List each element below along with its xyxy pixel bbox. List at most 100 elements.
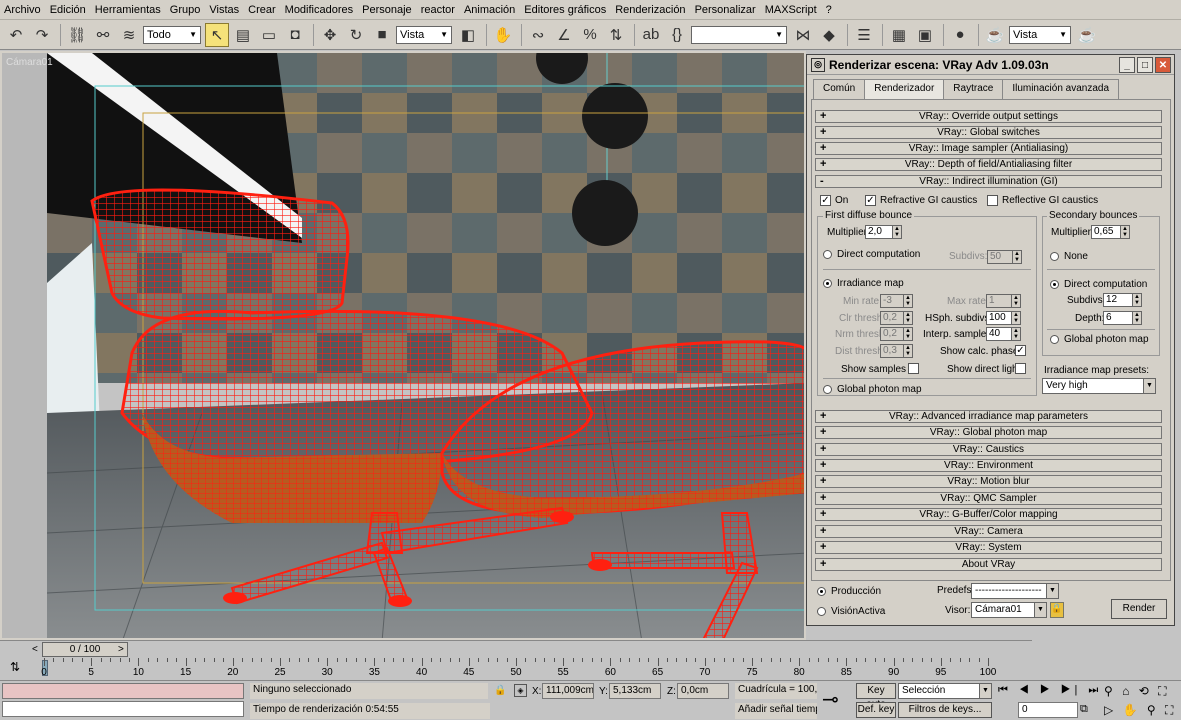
add-time-tag[interactable]: Añadir señal tiempo <box>735 703 817 719</box>
menu-item-4[interactable]: Vistas <box>209 4 239 16</box>
time-slider[interactable]: 0 / 100 < > <box>0 640 1032 658</box>
nrm-thresh-value[interactable]: 0,2 <box>880 327 904 341</box>
menu-item-0[interactable]: Archivo <box>4 4 41 16</box>
direct-computation-radio[interactable] <box>823 250 832 259</box>
sec-direct-computation-radio[interactable] <box>1050 280 1059 289</box>
min-rate-spinner[interactable]: -3 ▲ ▼ <box>880 294 913 308</box>
second-multiplier-value[interactable]: 0,65 <box>1091 225 1121 239</box>
ref-coord-dropdown[interactable]: Vista ▼ <box>396 25 452 44</box>
gi-on-checkbox[interactable]: ✓ <box>820 195 831 206</box>
bind-space-warp-icon[interactable]: ≋ <box>117 23 141 47</box>
menu-item-13[interactable]: MAXScript <box>765 4 817 16</box>
prev-frame-icon[interactable]: < <box>32 644 38 655</box>
depth-spinner[interactable]: 6 ▲ ▼ <box>1103 311 1142 325</box>
viewport-nav-controls-2[interactable]: ▷ ✋ ⚲ ⛶ <box>1104 703 1176 718</box>
percent-snap-icon[interactable]: % <box>578 23 602 47</box>
subdivs-spinner[interactable]: 50 ▲ ▼ <box>987 250 1022 264</box>
rollout-override-output[interactable]: + VRay:: Override output settings <box>815 110 1162 123</box>
angle-snap-icon[interactable]: ∠ <box>552 23 576 47</box>
vision-activa-radio[interactable] <box>817 607 826 616</box>
hsph-spinner[interactable]: 100 ▲ ▼ <box>986 311 1021 325</box>
current-frame-field[interactable]: 0 <box>1018 702 1078 718</box>
first-multiplier-value[interactable]: 2,0 <box>865 225 893 239</box>
time-slider-thumb[interactable]: 0 / 100 <box>42 642 128 657</box>
tab-raytrace[interactable]: Raytrace <box>943 79 1004 99</box>
scale-icon[interactable]: ■ <box>370 23 394 47</box>
lock-selection-icon[interactable]: 🔒 <box>494 685 506 696</box>
quick-render-icon[interactable]: ☕ <box>1075 23 1099 47</box>
hsph-value[interactable]: 100 <box>986 311 1012 325</box>
refractive-caustics-checkbox[interactable]: ✓ <box>865 195 876 206</box>
rollout-gbuffer[interactable]: + VRay:: G-Buffer/Color mapping <box>815 508 1162 521</box>
align-icon[interactable]: ◆ <box>817 23 841 47</box>
window-crossing-icon[interactable]: ◘ <box>283 23 307 47</box>
tab-comun[interactable]: Común <box>813 79 866 99</box>
visor-dropdown[interactable]: Cámara01 ▼ <box>971 602 1047 618</box>
material-editor-icon[interactable]: ● <box>948 23 972 47</box>
max-rate-value[interactable]: 1 <box>986 294 1012 308</box>
time-config-icon[interactable]: ⧉ <box>1080 703 1088 716</box>
rollout-caustics[interactable]: + VRay:: Caustics <box>815 443 1162 456</box>
rect-selection-icon[interactable]: ▭ <box>257 23 281 47</box>
playback-controls[interactable]: ⏮ ◀ ▶ ▶| ⏭ <box>998 684 1102 697</box>
named-selection-dropdown[interactable]: ▼ <box>691 25 787 44</box>
tab-renderizador[interactable]: Renderizador <box>864 79 945 99</box>
rotate-icon[interactable]: ↻ <box>344 23 368 47</box>
clr-thresh-value[interactable]: 0,2 <box>880 311 904 325</box>
minimize-icon[interactable]: _ <box>1119 57 1135 73</box>
rollout-global-switches[interactable]: + VRay:: Global switches <box>815 126 1162 139</box>
render-button[interactable]: Render <box>1111 599 1167 619</box>
camera-viewport[interactable]: Cámara01 <box>0 51 806 640</box>
nrm-thresh-spinner[interactable]: 0,2 ▲ ▼ <box>880 327 913 341</box>
selection-set-dropdown[interactable]: Selección ▼ <box>898 683 992 699</box>
show-samples-checkbox[interactable] <box>908 363 919 374</box>
trackbar-toggle-icon[interactable]: ⇅ <box>10 660 20 674</box>
snap-3d-icon[interactable]: ∾ <box>526 23 550 47</box>
undo-icon[interactable]: ↶ <box>4 23 28 47</box>
named-selection-icon[interactable]: {} <box>665 23 689 47</box>
rollout-indirect-illumination[interactable]: - VRay:: Indirect illumination (GI) <box>815 175 1162 188</box>
menu-item-7[interactable]: Personaje <box>362 4 412 16</box>
z-field[interactable]: 0,0cm <box>677 683 729 699</box>
viewport-label[interactable]: Cámara01 <box>6 57 53 68</box>
global-photon-radio[interactable] <box>823 385 832 394</box>
spinner-snap-icon[interactable]: ⇅ <box>604 23 628 47</box>
render-type-dropdown[interactable]: Vista ▼ <box>1009 25 1071 44</box>
interp-value[interactable]: 40 <box>986 327 1012 341</box>
sec-global-photon-radio[interactable] <box>1050 335 1059 344</box>
select-link-icon[interactable]: ⛓ <box>65 23 89 47</box>
selection-filter-dropdown[interactable]: Todo ▼ <box>143 25 201 44</box>
key-filters-button[interactable]: Filtros de keys... <box>898 702 992 718</box>
key-auto-button[interactable]: Key auto <box>856 683 896 710</box>
subdivs-value[interactable]: 50 <box>987 250 1013 264</box>
produccion-radio[interactable] <box>817 587 826 596</box>
curve-editor-icon[interactable]: ▦ <box>887 23 911 47</box>
redo-icon[interactable]: ↷ <box>30 23 54 47</box>
irradiance-map-radio[interactable] <box>823 279 832 288</box>
irradiance-presets-dropdown[interactable]: Very high ▼ <box>1042 378 1156 394</box>
pivot-center-icon[interactable]: ◧ <box>456 23 480 47</box>
lock-viewport-icon[interactable]: 🔒 <box>1050 602 1064 618</box>
menu-item-12[interactable]: Personalizar <box>695 4 756 16</box>
second-multiplier-spinner[interactable]: 0,65 ▲ ▼ <box>1091 225 1130 239</box>
rollout-global-photon-map[interactable]: + VRay:: Global photon map <box>815 426 1162 439</box>
close-icon[interactable]: ✕ <box>1155 57 1171 73</box>
menu-item-1[interactable]: Edición <box>50 4 86 16</box>
show-calc-checkbox[interactable]: ✓ <box>1015 345 1026 356</box>
dist-thresh-spinner[interactable]: 0,3 ▲ ▼ <box>880 344 913 358</box>
rollout-motion-blur[interactable]: + VRay:: Motion blur <box>815 475 1162 488</box>
tab-iluminacion-avanzada[interactable]: Iluminación avanzada <box>1002 79 1120 99</box>
unlink-icon[interactable]: ⚯ <box>91 23 115 47</box>
trackbar[interactable]: ⇅ 0 5 10 15 20 25 30 35 40 45 50 55 60 65 70 75 80 85 90 95… <box>0 658 1032 680</box>
maxscript-input[interactable] <box>2 701 244 717</box>
layer-manager-icon[interactable]: ☰ <box>852 23 876 47</box>
menu-item-2[interactable]: Herramientas <box>95 4 161 16</box>
def-key-button[interactable]: Def. key <box>856 702 896 718</box>
sec-subdivs-value[interactable]: 12 <box>1103 293 1133 307</box>
render-scene-icon[interactable]: ☕ <box>983 23 1007 47</box>
reflective-caustics-checkbox[interactable] <box>987 195 998 206</box>
first-multiplier-spinner[interactable]: 2,0 ▲ ▼ <box>865 225 902 239</box>
max-rate-spinner[interactable]: 1 ▲ ▼ <box>986 294 1021 308</box>
clr-thresh-spinner[interactable]: 0,2 ▲ ▼ <box>880 311 913 325</box>
menu-item-10[interactable]: Editores gráficos <box>524 4 606 16</box>
